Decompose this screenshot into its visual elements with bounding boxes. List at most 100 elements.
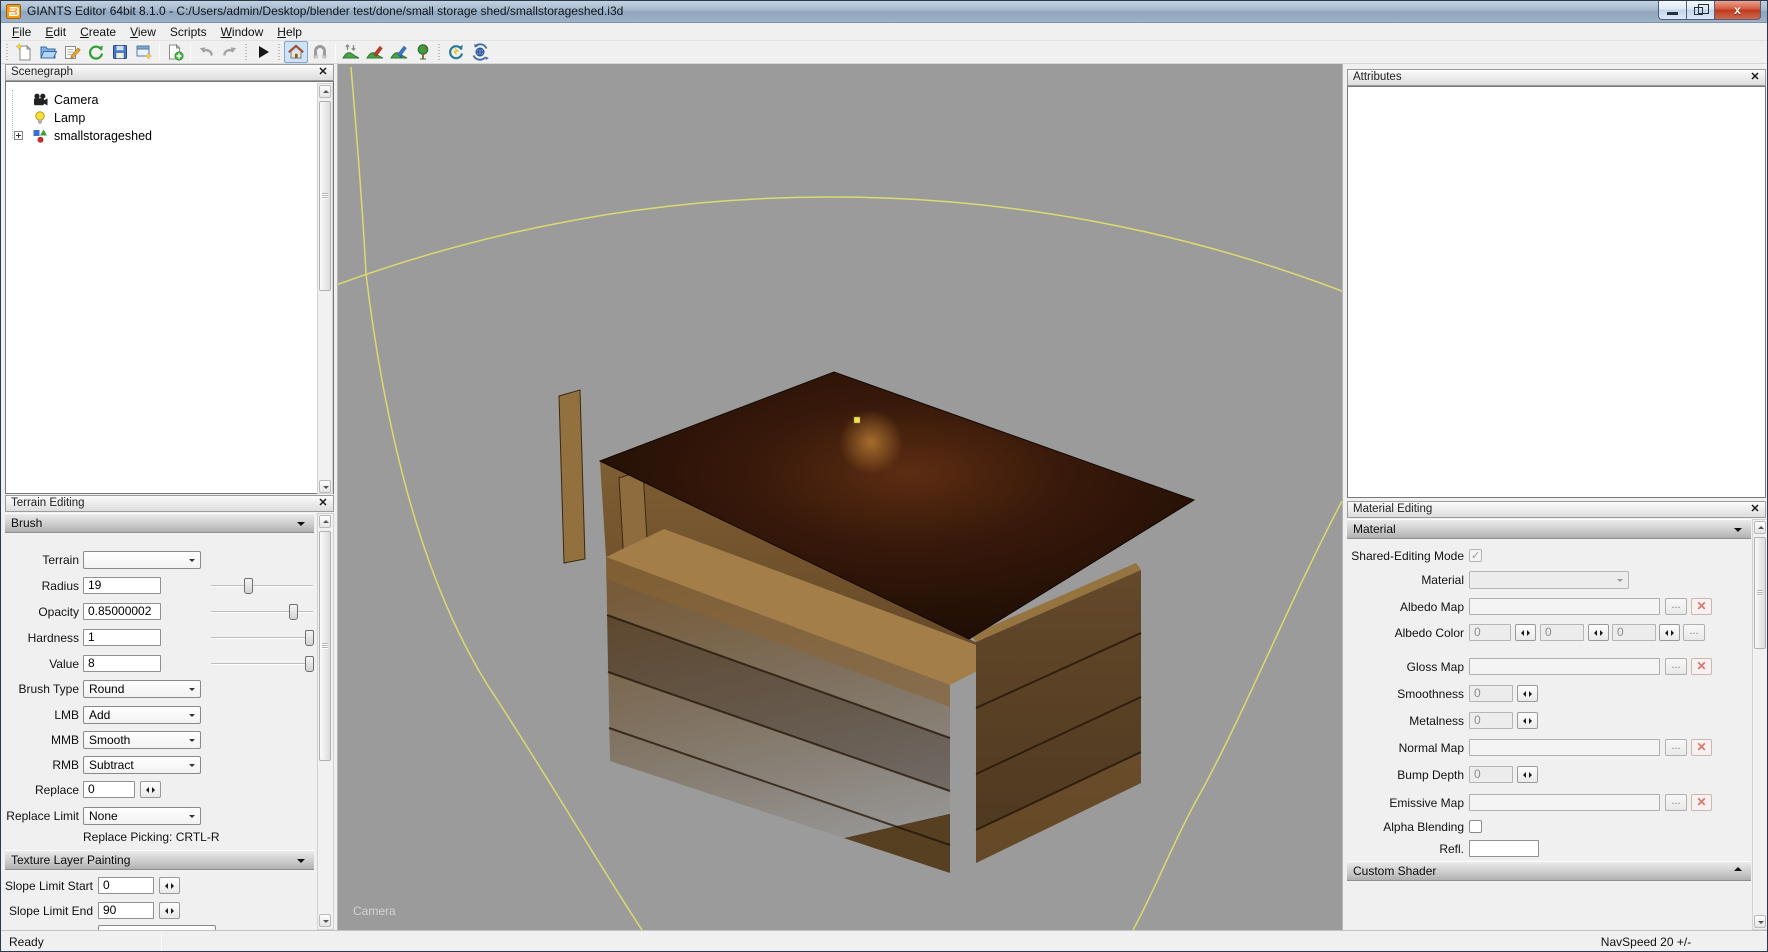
viewport-3d[interactable]: Camera [338,64,1342,930]
toolbar-foliage-button[interactable] [411,41,435,63]
toolbar-snap-button[interactable] [308,41,332,63]
toolbar-terrain-sculpt-button[interactable] [339,41,363,63]
hardness-slider[interactable] [211,631,313,645]
lmb-dropdown[interactable]: Add [83,706,201,724]
metalness-stepper[interactable] [1517,712,1538,729]
rmb-dropdown[interactable]: Subtract [83,756,201,774]
emissive-map-browse-button[interactable]: ... [1665,794,1687,811]
albedo-color-r-input[interactable]: 0 [1469,624,1511,641]
attributes-close-icon[interactable]: ✕ [1748,71,1762,84]
scenegraph-close-icon[interactable]: ✕ [316,66,330,79]
albedo-color-b-input[interactable]: 0 [1612,624,1656,641]
toolbar-undo-button[interactable] [194,41,218,63]
scroll-thumb[interactable] [1754,537,1766,649]
value-input[interactable]: 8 [83,655,161,672]
expand-plus-icon[interactable] [14,131,23,140]
scroll-down-button[interactable] [319,480,331,493]
brush-section-header[interactable]: Brush [5,513,314,533]
albedo-color-b-stepper[interactable] [1659,624,1680,641]
scroll-down-button[interactable] [1754,915,1766,928]
toolbar-reload-shaders-button[interactable] [444,41,468,63]
smoothness-input[interactable]: 0 [1469,685,1513,702]
custom-shader-section-header[interactable]: Custom Shader [1347,861,1751,881]
material-editing-close-icon[interactable]: ✕ [1748,503,1762,516]
terrain-editing-close-icon[interactable]: ✕ [316,497,330,510]
albedo-color-r-stepper[interactable] [1515,624,1536,641]
material-panel-scrollbar[interactable] [1752,519,1768,930]
toolbar-camera-home-button[interactable] [284,41,308,63]
scenegraph-tree[interactable]: Camera Lamp smallstorageshed [5,81,334,494]
slope-limit-end-input[interactable]: 90 [98,902,154,919]
toolbar-edit-button[interactable] [60,41,84,63]
smoothness-stepper[interactable] [1517,685,1538,702]
material-dropdown[interactable] [1469,571,1629,589]
refl-input[interactable] [1469,840,1539,857]
title-bar[interactable]: GIANTS Editor 64bit 8.1.0 - C:/Users/adm… [1,1,1768,23]
radius-slider[interactable] [211,579,313,593]
gloss-map-browse-button[interactable]: ... [1665,658,1687,675]
value-slider[interactable] [211,657,313,671]
replace-stepper[interactable] [140,781,161,798]
menu-help[interactable]: Help [270,24,309,40]
toolbar-import-button[interactable] [163,41,187,63]
toolbar-play-button[interactable] [251,41,275,63]
albedo-map-clear-button[interactable]: ✕ [1691,598,1712,615]
terrain-dropdown[interactable] [83,551,201,569]
scenegraph-scrollbar[interactable] [317,83,333,494]
toolbar-new-window-button[interactable] [132,41,156,63]
albedo-map-input[interactable] [1469,598,1660,615]
hardness-input[interactable]: 1 [83,629,161,646]
replace-input[interactable]: 0 [83,781,135,798]
normal-map-browse-button[interactable]: ... [1665,739,1687,756]
normal-map-clear-button[interactable]: ✕ [1691,739,1712,756]
slider-thumb[interactable] [305,630,314,646]
emissive-map-clear-button[interactable]: ✕ [1691,794,1712,811]
menu-view[interactable]: View [123,24,163,40]
slider-thumb[interactable] [305,656,314,672]
scroll-up-button[interactable] [319,85,331,98]
toolbar-terrain-detail-button[interactable] [387,41,411,63]
terrain-panel-scrollbar[interactable] [317,513,334,930]
scroll-down-button[interactable] [319,914,331,927]
menu-window[interactable]: Window [214,24,271,40]
normal-map-input[interactable] [1469,739,1660,756]
scroll-up-button[interactable] [1754,521,1766,534]
toolbar-redo-button[interactable] [218,41,242,63]
gloss-map-clear-button[interactable]: ✕ [1691,658,1712,675]
material-editing-panel-header[interactable]: Material Editing ✕ [1347,501,1766,518]
bump-depth-input[interactable]: 0 [1469,766,1513,783]
scroll-up-button[interactable] [319,515,331,528]
replace-limit-dropdown[interactable]: None [83,807,201,825]
gloss-map-input[interactable] [1469,658,1660,675]
brush-type-dropdown[interactable]: Round [83,680,201,698]
albedo-color-g-stepper[interactable] [1588,624,1609,641]
menu-edit[interactable]: Edit [38,24,73,40]
toolbar-open-button[interactable] [36,41,60,63]
slider-thumb[interactable] [289,604,298,620]
alpha-blending-checkbox[interactable] [1469,820,1482,833]
slope-limit-start-stepper[interactable] [159,877,180,894]
toolbar-reload-button[interactable] [84,41,108,63]
minimize-button[interactable] [1658,1,1687,20]
slope-limit-start-input[interactable]: 0 [98,877,154,894]
toolbar-new-button[interactable] [12,41,36,63]
menu-file[interactable]: File [5,24,38,40]
close-button[interactable]: x [1715,1,1761,20]
restore-button[interactable] [1687,1,1715,20]
opacity-slider[interactable] [211,605,313,619]
albedo-color-picker-button[interactable]: ... [1683,624,1705,641]
shared-editing-mode-checkbox[interactable] [1469,549,1482,562]
toolbar-save-button[interactable] [108,41,132,63]
metalness-input[interactable]: 0 [1469,712,1513,729]
radius-input[interactable]: 19 [83,577,161,594]
material-section-header[interactable]: Material [1347,519,1751,539]
slope-limit-end-stepper[interactable] [159,902,180,919]
scroll-thumb[interactable] [319,101,331,291]
emissive-map-input[interactable] [1469,794,1660,811]
bump-depth-stepper[interactable] [1517,766,1538,783]
mmb-dropdown[interactable]: Smooth [83,731,201,749]
toolbar-reload-scripts-button[interactable] [468,41,492,63]
opacity-input[interactable]: 0.85000002 [83,603,161,620]
texture-layer-painting-section-header[interactable]: Texture Layer Painting [5,850,314,870]
menu-create[interactable]: Create [73,24,123,40]
